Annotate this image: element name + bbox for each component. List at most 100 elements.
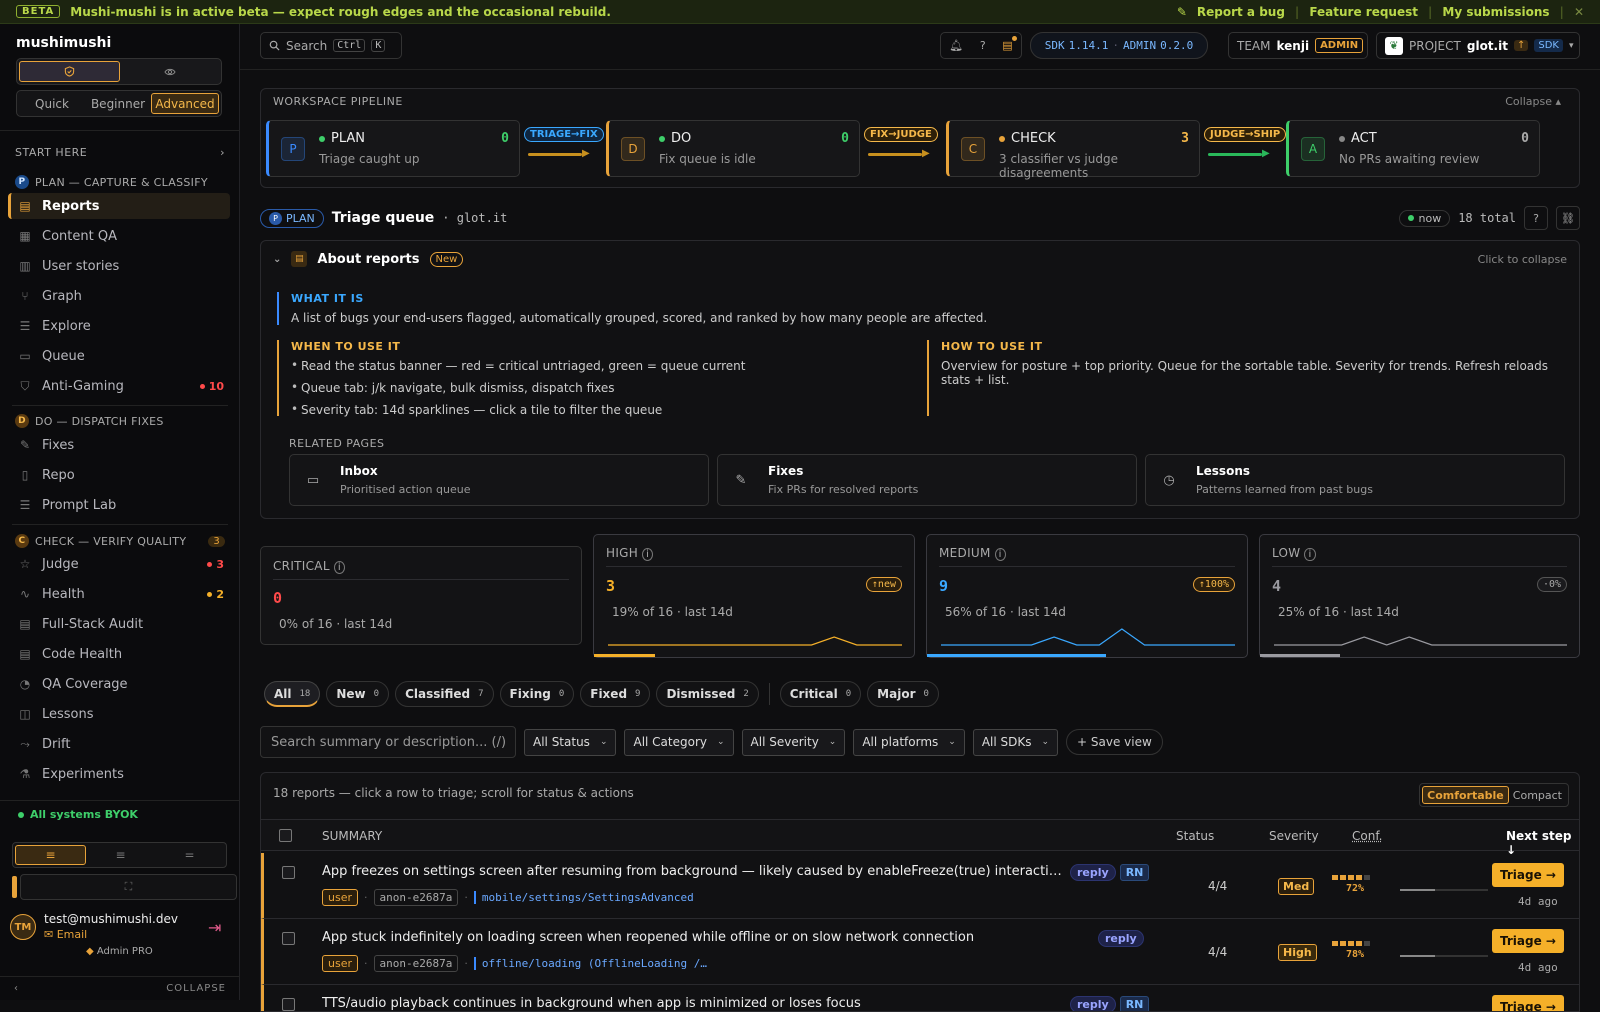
sidebar-item-health[interactable]: ∿ Health 2 [8, 581, 230, 607]
notification-dot [1012, 36, 1017, 41]
row-checkbox[interactable] [282, 866, 295, 879]
col-status[interactable]: Status [1176, 829, 1214, 843]
triage-button[interactable]: Triage → [1492, 995, 1564, 1011]
density-compact[interactable]: Compact [1509, 786, 1566, 804]
pipeline-collapse-button[interactable]: Collapse ▴ [1505, 95, 1561, 108]
sidebar-resize-handle[interactable] [12, 876, 17, 898]
sidebar-item-anti-gaming[interactable]: ⛉ Anti-Gaming 10 [8, 373, 230, 399]
filter-all-severity[interactable]: All Severity ⌄ [741, 728, 846, 756]
sidebar-item-fixes[interactable]: ✎ Fixes [8, 432, 230, 458]
sidebar-item-lessons[interactable]: ◫ Lessons [8, 701, 230, 727]
table-row[interactable]: App freezes on settings screen after res… [261, 853, 1579, 919]
sidebar-item-content-qa[interactable]: ▦ Content QA [8, 223, 230, 249]
collapse-sidebar-button[interactable]: ‹ COLLAPSE [0, 976, 240, 1000]
sidebar-item-code-health[interactable]: ▤ Code Health [8, 641, 230, 667]
filter-bar: Search summary or description... (/) All… [260, 726, 1163, 758]
help-button[interactable]: ? [1524, 206, 1548, 230]
tab-classified[interactable]: Classified 7 [395, 681, 494, 707]
layout-narrow-button[interactable]: = [155, 845, 224, 865]
fullscreen-button[interactable]: ⛶ [20, 874, 237, 900]
severity-badge: Med [1278, 878, 1315, 895]
tab-all[interactable]: All 18 [264, 681, 321, 707]
search-input[interactable]: Search summary or description... (/) [260, 726, 516, 758]
filter-all-platforms[interactable]: All platforms ⌄ [853, 728, 965, 756]
tab-fixed[interactable]: Fixed 9 [580, 681, 651, 707]
save-view-button[interactable]: + Save view [1066, 729, 1163, 755]
row-tags: reply [1098, 930, 1144, 947]
tab-new[interactable]: New 0 [326, 681, 390, 707]
about-toggle[interactable]: ⌄ ▤ About reports New [273, 251, 464, 267]
level-advanced-button[interactable]: Advanced [151, 93, 219, 114]
severity-card-medium[interactable]: MEDIUM i 9 56% of 16 · last 14d ↑100% [926, 534, 1248, 658]
triage-button[interactable]: Triage → [1492, 929, 1564, 953]
stage-status-dot [319, 135, 325, 142]
related-lessons[interactable]: ◷ Lessons Patterns learned from past bugs [1145, 454, 1565, 506]
logout-icon[interactable]: ⇥ [208, 918, 221, 937]
sidebar-item-queue[interactable]: ▭ Queue [8, 343, 230, 369]
severity-card-critical[interactable]: CRITICAL i 0 0% of 16 · last 14d [260, 546, 582, 645]
related-fixes[interactable]: ✎ Fixes Fix PRs for resolved reports [717, 454, 1137, 506]
link-icon[interactable]: ⛓ [1556, 206, 1580, 230]
search-button[interactable]: Search Ctrl K [260, 32, 402, 59]
collapse-hint[interactable]: Click to collapse [1478, 253, 1567, 266]
sidebar-item-explore[interactable]: ☰ Explore [8, 313, 230, 339]
filter-all-status[interactable]: All Status ⌄ [524, 728, 617, 756]
stage-check[interactable]: C CHECK 3 classifier vs judge disagreement… [946, 120, 1200, 180]
tab-major[interactable]: Major 0 [867, 681, 939, 707]
feature-request-link[interactable]: Feature request [1309, 5, 1418, 19]
project-switcher[interactable]: ❦ PROJECT glot.it ↑ SDK ▾ [1376, 32, 1580, 59]
col-summary[interactable]: SUMMARY [322, 829, 382, 843]
team-switcher[interactable]: TEAM kenji ADMIN [1228, 32, 1368, 59]
level-beginner-button[interactable]: Beginner [85, 93, 151, 114]
status-tabs: All 18 New 0 Classified 7 Fixing 0 Fixed 9 Dismiss… [264, 680, 939, 708]
sidebar-item-prompt-lab[interactable]: ☰ Prompt Lab [8, 492, 230, 518]
tab-critical[interactable]: Critical 0 [779, 681, 862, 707]
related-inbox[interactable]: ▭ Inbox Prioritised action queue [289, 454, 709, 506]
user-card[interactable]: TM test@mushimushi.dev ✉ Email ◆ Admin P… [10, 912, 230, 957]
book-icon: ◫ [19, 707, 31, 721]
admin-version: 0.2.0 [1160, 39, 1194, 52]
close-icon[interactable]: ✕ [1574, 5, 1584, 19]
level-quick-button[interactable]: Quick [19, 93, 85, 114]
select-all-checkbox[interactable] [279, 829, 292, 842]
tab-dismissed[interactable]: Dismissed 2 [656, 681, 759, 707]
fullscreen-icon: ⛶ [124, 880, 133, 893]
sidebar-item-drift[interactable]: ⤳ Drift [8, 731, 230, 757]
wrench-icon: ✎ [19, 438, 31, 452]
sidebar-item-experiments[interactable]: ⚗ Experiments [8, 761, 230, 787]
sidebar-item-graph[interactable]: ⑂ Graph [8, 283, 230, 309]
eye-mode-button[interactable] [120, 61, 219, 82]
sidebar-item-reports[interactable]: ▤ Reports [8, 193, 230, 219]
shield-mode-button[interactable] [19, 61, 120, 82]
col-severity[interactable]: Severity [1269, 829, 1319, 843]
stage-do[interactable]: D DO Fix queue is idle 0 [606, 120, 860, 177]
severity-card-high[interactable]: HIGH i 3 19% of 16 · last 14d ↑new [593, 534, 915, 658]
layout-medium-button[interactable]: ≡ [86, 845, 155, 865]
row-checkbox[interactable] [282, 932, 295, 945]
density-comfortable[interactable]: Comfortable [1422, 786, 1509, 804]
start-here-link[interactable]: START HERE › [15, 146, 225, 159]
sidebar-item-full-stack-audit[interactable]: ▤ Full-Stack Audit [8, 611, 230, 637]
tab-count: 0 [558, 689, 565, 699]
stage-plan[interactable]: P PLAN Triage caught up 0 [266, 120, 520, 177]
help-icon[interactable]: ? [980, 39, 986, 52]
col-conf[interactable]: Conf. [1352, 829, 1383, 843]
table-row[interactable]: TTS/audio playback continues in backgrou… [261, 985, 1579, 1011]
sidebar-item-qa-coverage[interactable]: ◔ QA Coverage [8, 671, 230, 697]
filter-all-sdks[interactable]: All SDKs ⌄ [972, 728, 1059, 756]
bell-icon[interactable]: 🔔︎ [949, 39, 963, 52]
layout-wide-button[interactable]: ≡ [15, 845, 86, 865]
table-row[interactable]: App stuck indefinitely on loading screen… [261, 919, 1579, 985]
my-submissions-link[interactable]: My submissions [1442, 5, 1549, 19]
sidebar-item-repo[interactable]: ▯ Repo [8, 462, 230, 488]
filter-all-category[interactable]: All Category ⌄ [624, 728, 734, 756]
sidebar-item-judge[interactable]: ☆ Judge 3 [8, 551, 230, 577]
tab-fixing[interactable]: Fixing 0 [499, 681, 575, 707]
sidebar-item-user-stories[interactable]: ▥ User stories [8, 253, 230, 279]
chat-icon[interactable]: ▤ [1002, 39, 1012, 52]
stage-pill[interactable]: P PLAN [260, 208, 324, 228]
triage-button[interactable]: Triage → [1492, 863, 1564, 887]
report-bug-link[interactable]: Report a bug [1197, 5, 1285, 19]
stage-act[interactable]: A ACT No PRs awaiting review 0 [1286, 120, 1540, 177]
severity-card-low[interactable]: LOW i 4 25% of 16 · last 14d ·0% [1259, 534, 1580, 658]
